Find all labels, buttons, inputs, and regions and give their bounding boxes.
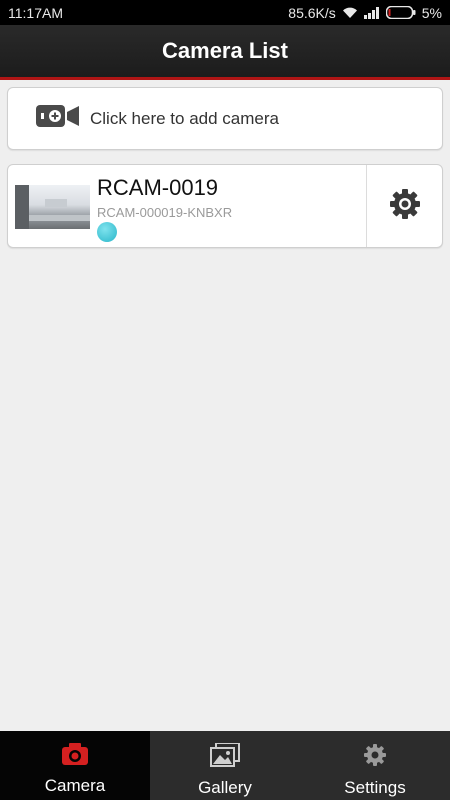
gear-icon	[389, 188, 421, 225]
settings-icon	[363, 743, 387, 772]
tab-gallery[interactable]: Gallery	[150, 731, 300, 800]
camera-item-main[interactable]: RCAM-0019 RCAM-000019-KNBXR	[8, 165, 366, 247]
status-right: 85.6K/s 5%	[288, 5, 442, 21]
tab-settings[interactable]: Settings	[300, 731, 450, 800]
status-bar: 11:17AM 85.6K/s 5%	[0, 0, 450, 25]
camera-name: RCAM-0019	[97, 175, 219, 200]
wifi-icon	[342, 7, 358, 19]
add-camera-button[interactable]: Click here to add camera	[7, 87, 443, 150]
tab-camera[interactable]: Camera	[0, 731, 150, 800]
page-title: Camera List	[162, 38, 288, 63]
signal-icon	[363, 6, 380, 19]
tab-camera-label: Camera	[44, 776, 106, 795]
battery-level: 5%	[421, 4, 442, 21]
app-header: Camera List	[0, 25, 450, 80]
tab-settings-label: Settings	[344, 778, 406, 797]
bottom-nav: Camera Gallery Settings	[0, 731, 450, 800]
camera-list-item[interactable]: RCAM-0019 RCAM-000019-KNBXR	[7, 164, 443, 248]
camera-thumbnail	[15, 185, 90, 229]
status-time: 11:17AM	[8, 4, 63, 21]
gallery-icon	[210, 742, 240, 772]
add-camera-icon	[36, 104, 80, 133]
camera-icon	[62, 743, 88, 770]
tab-gallery-label: Gallery	[198, 778, 252, 797]
camera-status-dot	[97, 222, 117, 242]
add-camera-label: Click here to add camera	[90, 108, 279, 128]
camera-id: RCAM-000019-KNBXR	[97, 205, 233, 220]
camera-settings-button[interactable]	[366, 165, 442, 247]
battery-icon	[385, 6, 416, 19]
net-speed: 85.6K/s	[288, 4, 336, 21]
